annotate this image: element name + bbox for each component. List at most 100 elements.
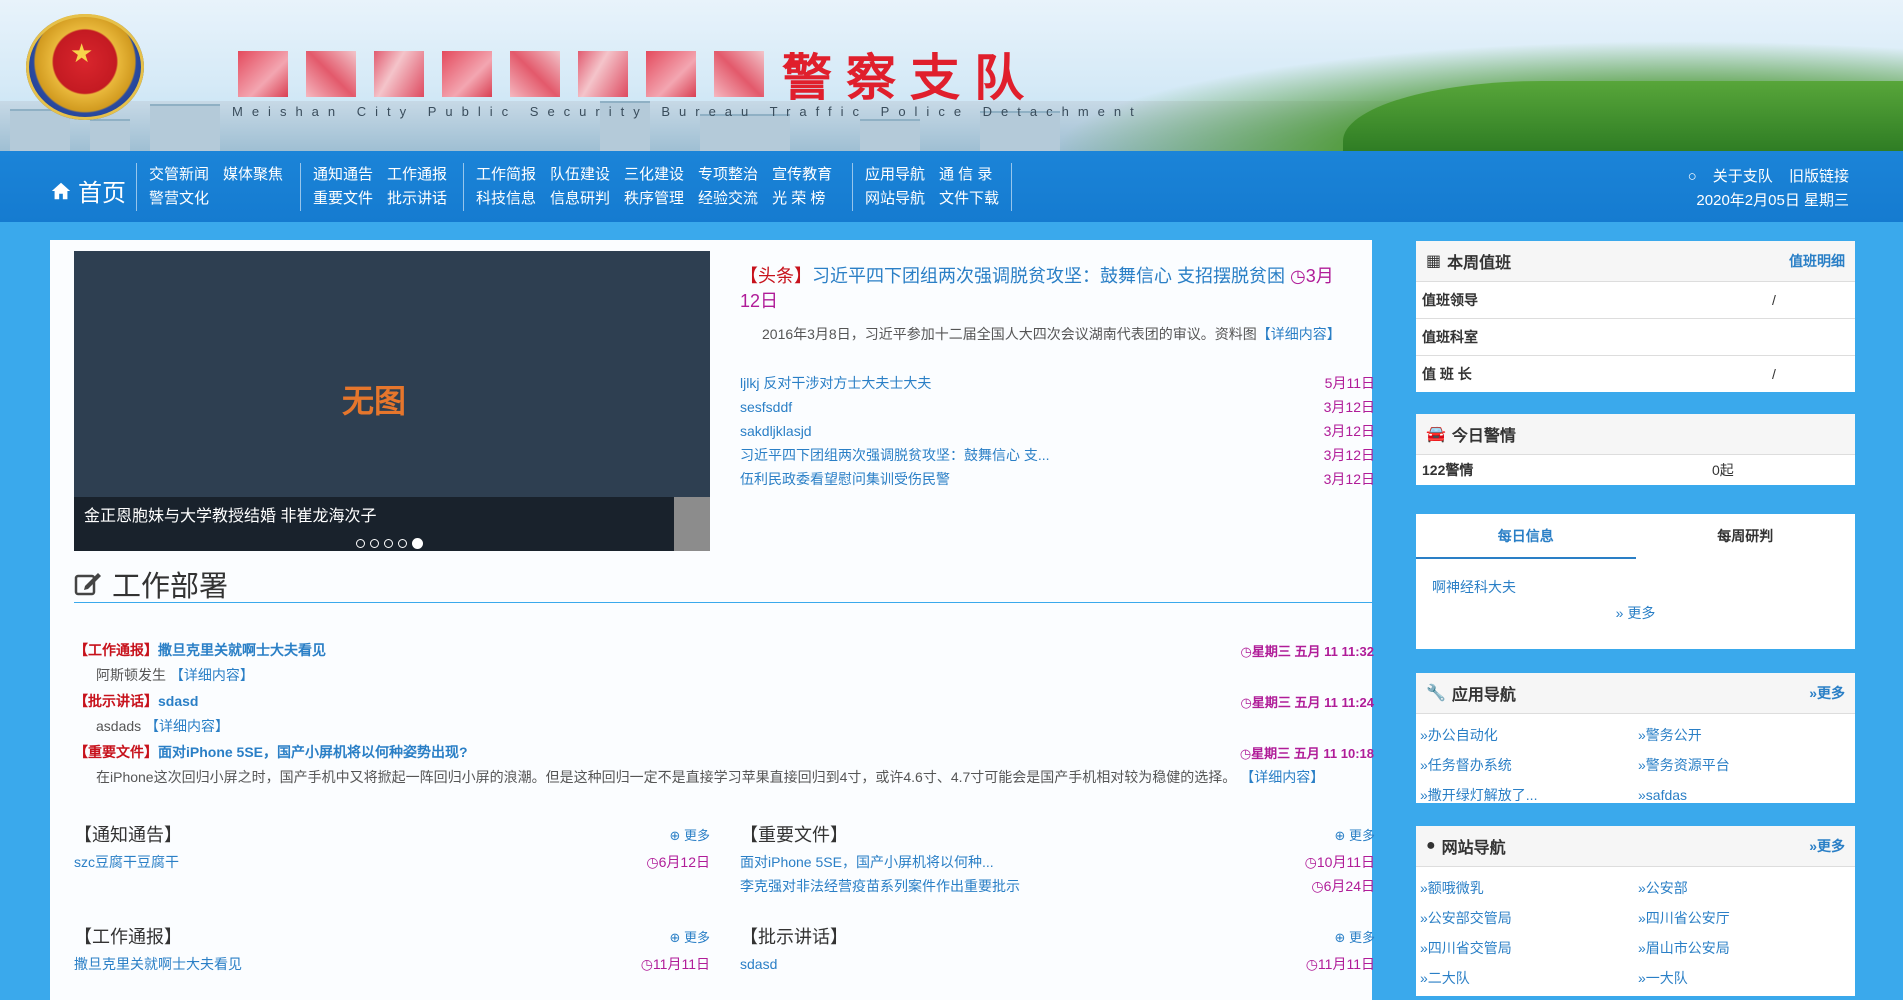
- banner-title: 警察支队: [238, 38, 1038, 110]
- more-link[interactable]: ⊕ 更多: [1334, 927, 1375, 946]
- site-link[interactable]: »一大队: [1638, 963, 1856, 993]
- instruction-box: 【批示讲话】 ⊕ 更多 sdasd ◷11月11日: [740, 920, 1375, 976]
- nav-item[interactable]: 光 荣 榜: [772, 187, 832, 211]
- nav-item[interactable]: 队伍建设: [550, 163, 610, 187]
- about-link[interactable]: ○ 关于支队: [1688, 168, 1773, 185]
- police-panel: 🚘 今日警情 122警情 0起: [1416, 414, 1855, 485]
- edit-icon: [74, 573, 101, 596]
- deploy-list: 【工作通报】撒旦克里关就啊士大夫看见 ◷星期三 五月 11 11:32 阿斯顿发…: [74, 638, 1374, 791]
- nav-item[interactable]: 批示讲话: [387, 187, 447, 211]
- nav-item[interactable]: 应用导航: [865, 163, 925, 187]
- nav-item[interactable]: 工作通报: [387, 163, 447, 187]
- nav-item[interactable]: 经验交流: [698, 187, 758, 211]
- deploy-item[interactable]: 【工作通报】撒旦克里关就啊士大夫看见 ◷星期三 五月 11 11:32: [74, 638, 1374, 662]
- clock-icon: ◷: [1240, 694, 1252, 710]
- list-item[interactable]: 李克强对非法经营疫苗系列案件作出重要批示 ◷6月24日: [740, 874, 1375, 898]
- app-link[interactable]: »办公自动化: [1420, 720, 1638, 750]
- main-content: 无图 金正恩胞妹与大学教授结婚 非崔龙海次子 【头条】习近平四下团组两次强调脱贫…: [50, 240, 1375, 1000]
- news-list: ljlkj 反对干涉对方士大夫士大夫 5月11日 sesfsddf 3月12日 sa…: [740, 371, 1375, 491]
- deploy-desc: 在iPhone这次回归小屏之时，国产手机中又将掀起一阵回归小屏的浪潮。但是这种回…: [96, 769, 1325, 785]
- more-link[interactable]: ⊕ 更多: [669, 825, 710, 844]
- list-item[interactable]: sdasd ◷11月11日: [740, 952, 1375, 976]
- list-item[interactable]: 啊神经科大夫: [1416, 559, 1855, 597]
- car-icon: 🚘: [1426, 426, 1446, 443]
- nav-right: ○ 关于支队 旧版链接 2020年2月05日 星期三: [1676, 165, 1849, 213]
- nav-item[interactable]: 秩序管理: [624, 187, 684, 211]
- app-link[interactable]: »任务督办系统: [1420, 750, 1638, 780]
- nav-item[interactable]: 重要文件: [313, 187, 373, 211]
- info-panel: 每日信息 每周研判 啊神经科大夫 » 更多: [1416, 514, 1855, 649]
- no-image-placeholder: 无图: [341, 383, 406, 419]
- site-link[interactable]: »四川省公安厅: [1638, 903, 1856, 933]
- calendar-icon: ▦: [1426, 253, 1442, 270]
- nav-item[interactable]: 交管新闻: [149, 163, 209, 187]
- nav-home[interactable]: 首页: [50, 173, 126, 208]
- carousel-dot[interactable]: [398, 539, 407, 548]
- current-date: 2020年2月05日 星期三: [1696, 192, 1849, 209]
- list-item[interactable]: 习近平四下团组两次强调脱贫攻坚：鼓舞信心 支... 3月12日: [740, 443, 1375, 467]
- carousel-dot[interactable]: [356, 539, 365, 548]
- more-link[interactable]: »更多: [1809, 683, 1845, 703]
- carousel-dot-active[interactable]: [412, 538, 423, 549]
- notice-box: 【通知通告】 ⊕ 更多 szc豆腐干豆腐干 ◷6月12日: [74, 818, 710, 874]
- site-link[interactable]: »眉山市公安局: [1638, 933, 1856, 963]
- duty-panel: ▦ 本周值班 值班明细 值班领导 / 值班科室 值 班 长 /: [1416, 241, 1855, 392]
- duty-detail-link[interactable]: 值班明细: [1789, 251, 1845, 271]
- list-item[interactable]: szc豆腐干豆腐干 ◷6月12日: [74, 850, 710, 874]
- nav-item[interactable]: 专项整治: [698, 163, 758, 187]
- tab-daily-info[interactable]: 每日信息: [1416, 514, 1636, 559]
- site-link[interactable]: »二大队: [1420, 963, 1638, 993]
- deploy-desc: 阿斯顿发生 【详细内容】: [96, 667, 254, 683]
- more-link[interactable]: » 更多: [1416, 603, 1855, 623]
- app-link[interactable]: »警务资源平台: [1638, 750, 1856, 780]
- nav-home-label: 首页: [78, 180, 126, 207]
- site-link[interactable]: »四川省交管局: [1420, 933, 1638, 963]
- list-item[interactable]: 撒旦克里关就啊士大夫看见 ◷11月11日: [74, 952, 710, 976]
- home-icon: [51, 182, 71, 199]
- list-item[interactable]: 面对iPhone 5SE，国产小屏机将以何种... ◷10月11日: [740, 850, 1375, 874]
- nav-item[interactable]: 媒体聚焦: [223, 163, 283, 187]
- nav-item[interactable]: 通 信 录: [939, 163, 999, 187]
- headline-title[interactable]: 习近平四下团组两次强调脱贫攻坚：鼓舞信心 支招摆脱贫困: [812, 266, 1285, 286]
- app-link[interactable]: »警务公开: [1638, 720, 1856, 750]
- nav-item[interactable]: 网站导航: [865, 187, 925, 211]
- deploy-item[interactable]: 【批示讲话】sdasd ◷星期三 五月 11 11:24: [74, 689, 1374, 713]
- carousel-dot[interactable]: [384, 539, 393, 548]
- more-link[interactable]: »更多: [1809, 836, 1845, 856]
- banner-subtitle: Meishan City Public Security Bureau Traf…: [232, 104, 1143, 119]
- more-link[interactable]: ⊕ 更多: [1334, 825, 1375, 844]
- police-emblem-logo: ★: [26, 14, 144, 120]
- nav-item[interactable]: 警营文化: [149, 187, 209, 211]
- site-link[interactable]: »公安部交管局: [1420, 903, 1638, 933]
- nav-item[interactable]: 三化建设: [624, 163, 684, 187]
- nav-item[interactable]: 宣传教育: [772, 163, 832, 187]
- site-link[interactable]: »额哦微乳: [1420, 873, 1638, 903]
- tab-weekly-review[interactable]: 每周研判: [1636, 514, 1856, 559]
- nav-item[interactable]: 通知通告: [313, 163, 373, 187]
- list-item[interactable]: 伍利民政委看望慰问集训受伤民警 3月12日: [740, 467, 1375, 491]
- nav-item[interactable]: 文件下载: [939, 187, 999, 211]
- nav-group-notices: 通知通告 重要文件 工作通报 批示讲话: [300, 163, 459, 211]
- list-item[interactable]: ljlkj 反对干涉对方士大夫士大夫 5月11日: [740, 371, 1375, 395]
- nav-item[interactable]: 工作简报: [476, 163, 536, 187]
- more-link[interactable]: ⊕ 更多: [669, 927, 710, 946]
- old-version-link[interactable]: 旧版链接: [1789, 168, 1849, 185]
- image-carousel[interactable]: 无图 金正恩胞妹与大学教授结婚 非崔龙海次子: [74, 251, 710, 551]
- important-docs-box: 【重要文件】 ⊕ 更多 面对iPhone 5SE，国产小屏机将以何种... ◷10月…: [740, 818, 1375, 898]
- app-link[interactable]: »撒开绿灯解放了...: [1420, 780, 1638, 810]
- list-item[interactable]: sesfsddf 3月12日: [740, 395, 1375, 419]
- list-item[interactable]: sakdljklasjd 3月12日: [740, 419, 1375, 443]
- headline-more-link[interactable]: 【详细内容】: [1257, 326, 1341, 342]
- deploy-item[interactable]: 【重要文件】面对iPhone 5SE，国产小屏机将以何种姿势出现? ◷星期三 五…: [74, 740, 1374, 764]
- site-nav-panel: ● 网站导航 »更多 »额哦微乳 »公安部 »公安部交管局 »四川省公安厅 »四川省…: [1416, 826, 1855, 996]
- site-link[interactable]: »公安部: [1638, 873, 1856, 903]
- nav-item[interactable]: 科技信息: [476, 187, 536, 211]
- nav-item[interactable]: 信息研判: [550, 187, 610, 211]
- headline[interactable]: 【头条】习近平四下团组两次强调脱贫攻坚：鼓舞信心 支招摆脱贫困 ◷3月12日: [740, 264, 1350, 314]
- deploy-section-header: 工作部署: [74, 566, 1374, 603]
- nav-group-news: 交管新闻 警营文化 媒体聚焦: [136, 163, 295, 211]
- clock-icon: ◷: [1240, 643, 1252, 659]
- app-link[interactable]: »safdas: [1638, 780, 1856, 810]
- carousel-dot[interactable]: [370, 539, 379, 548]
- wrench-icon: 🔧: [1426, 685, 1446, 702]
